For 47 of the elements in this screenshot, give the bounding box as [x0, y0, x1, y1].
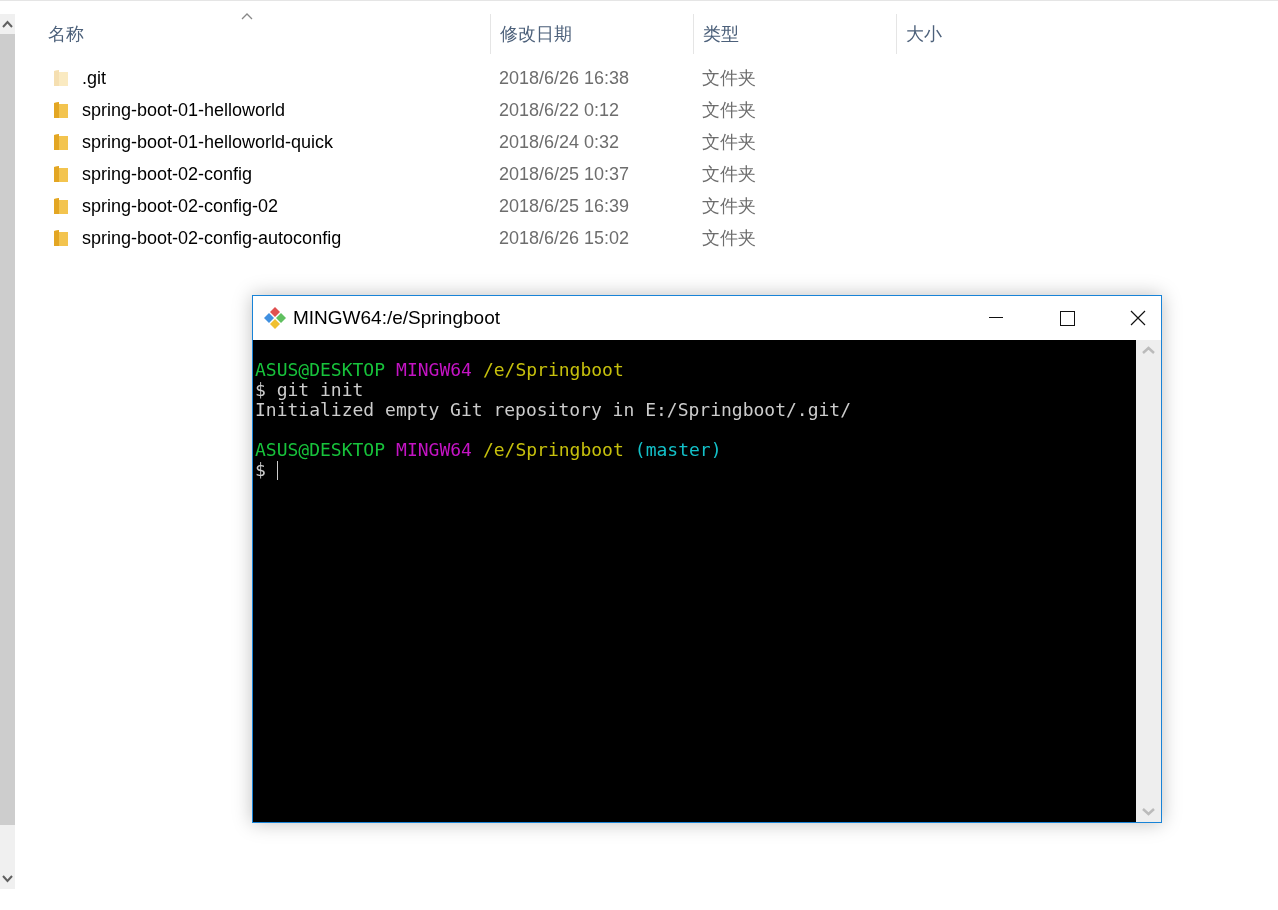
modified-date: 2018/6/26 16:38	[498, 67, 631, 89]
terminal-text: MINGW64	[396, 440, 472, 460]
close-button[interactable]	[1115, 296, 1161, 340]
folder-icon	[53, 197, 69, 215]
terminal-text: Initialized empty Git repository in E:/Springboot/.git/	[255, 400, 852, 420]
terminal-text: /e/Springboot	[482, 440, 624, 460]
column-header[interactable]: 修改日期	[500, 22, 572, 46]
terminal-text: ASUS@DESKTOP	[255, 440, 386, 460]
file-type: 文件夹	[701, 227, 757, 250]
file-name[interactable]: .git	[82, 67, 106, 89]
chevron-up-icon[interactable]	[2, 20, 13, 28]
column-header[interactable]: 名称	[48, 22, 84, 46]
file-type: 文件夹	[701, 99, 757, 122]
column-header[interactable]: 大小	[906, 22, 942, 46]
modified-date: 2018/6/26 15:02	[498, 227, 631, 249]
terminal-text: MINGW64	[396, 360, 472, 380]
folder-icon	[53, 101, 69, 119]
file-name[interactable]: spring-boot-01-helloworld-quick	[82, 131, 334, 153]
file-type: 文件夹	[701, 131, 757, 154]
modified-date: 2018/6/24 0:32	[498, 131, 621, 153]
window-title: MINGW64:/e/Springboot	[293, 307, 501, 329]
minimize-icon	[989, 317, 1003, 319]
file-type: 文件夹	[701, 195, 757, 218]
modified-date: 2018/6/25 10:37	[498, 163, 631, 185]
file-name[interactable]: spring-boot-01-helloworld	[82, 99, 286, 121]
terminal-text: ASUS@DESKTOP	[255, 360, 386, 380]
column-header[interactable]: 类型	[703, 22, 739, 46]
file-type: 文件夹	[701, 67, 757, 90]
file-name[interactable]: spring-boot-02-config-autoconfig	[82, 227, 342, 249]
folder-icon	[53, 69, 69, 87]
sort-chevron-icon	[241, 13, 253, 20]
folder-icon	[53, 133, 69, 151]
terminal-text: $	[255, 460, 266, 480]
file-name[interactable]: spring-boot-02-config-02	[82, 195, 279, 217]
folder-icon	[53, 165, 69, 183]
close-icon	[1130, 310, 1146, 326]
folder-icon	[53, 229, 69, 247]
file-name[interactable]: spring-boot-02-config	[82, 163, 253, 185]
terminal-text: /e/Springboot	[482, 360, 624, 380]
diamond-logo-icon	[263, 306, 287, 330]
maximize-icon	[1059, 310, 1075, 326]
modified-date: 2018/6/25 16:39	[498, 195, 631, 217]
terminal-text: $ git init	[255, 380, 364, 400]
modified-date: 2018/6/22 0:12	[498, 99, 621, 121]
file-type: 文件夹	[701, 163, 757, 186]
chevron-down-icon[interactable]	[2, 875, 13, 883]
terminal-text: (master)	[634, 440, 722, 460]
